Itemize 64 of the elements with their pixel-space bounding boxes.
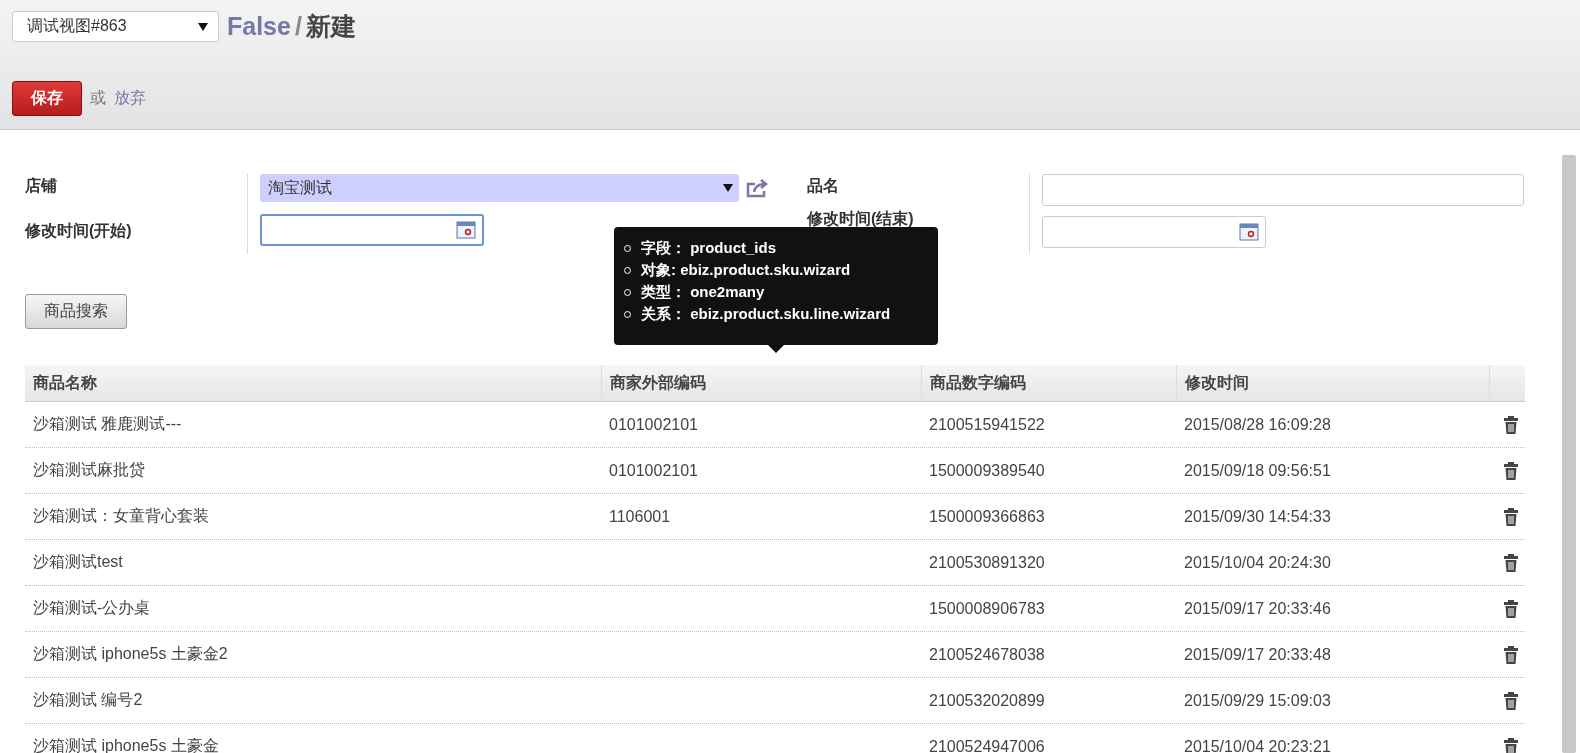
date-field[interactable] [260, 214, 484, 246]
table-cell-text: 沙箱测试-公办桌 [32, 598, 152, 618]
table-cell-text: 1500009389540 [928, 461, 1046, 480]
calendar-icon[interactable] [456, 221, 476, 239]
field-label: 店铺 [25, 176, 58, 196]
column-header[interactable]: 商品名称 [25, 372, 601, 394]
external-link-icon[interactable] [745, 178, 769, 198]
or-text: 或 [90, 88, 106, 108]
trash-icon[interactable] [1504, 599, 1518, 618]
table-cell-text: 2015/08/28 16:09:28 [1183, 415, 1332, 434]
table-cell-text: 2015/09/30 14:54:33 [1183, 507, 1332, 526]
view-select[interactable]: 调试视图#863 [12, 11, 219, 42]
column-header[interactable]: 修改时间 [1176, 365, 1489, 401]
date-field[interactable] [1042, 216, 1266, 248]
table-cell-text: 2015/09/29 15:09:03 [1183, 691, 1332, 710]
trash-icon[interactable] [1504, 645, 1518, 664]
table-cell-text: 1500008906783 [928, 599, 1046, 618]
trash-icon[interactable] [1504, 415, 1518, 434]
tooltip-line: 字段： product_ids [641, 239, 776, 258]
trash-icon[interactable] [1504, 461, 1518, 480]
trash-icon[interactable] [1504, 553, 1518, 572]
breadcrumb-separator: / [294, 12, 302, 41]
breadcrumb-current: 新建 [305, 11, 356, 42]
table-cell-text: 2100524678038 [928, 645, 1046, 664]
table-cell-text: 2015/09/17 20:33:46 [1183, 599, 1332, 618]
field-label: 修改时间(开始) [25, 221, 133, 241]
discard-link[interactable]: 放弃 [114, 88, 146, 109]
column-header[interactable]: 商品数字编码 [921, 365, 1176, 401]
table-cell-text: 2100515941522 [928, 415, 1046, 434]
table-cell-text: 2100532020899 [928, 691, 1046, 710]
table-cell-text: 1500009366863 [928, 507, 1046, 526]
table-cell-text: 沙箱测试麻批贷 [32, 460, 146, 480]
caret-icon [723, 184, 733, 192]
field-label: 修改时间(结束) [807, 209, 915, 229]
table-cell-text: 沙箱测试：女童背心套装 [32, 506, 210, 526]
table-cell: 0101002101 [609, 415, 698, 433]
tooltip-line: 对象: ebiz.product.sku.wizard [641, 261, 851, 280]
breadcrumb-link[interactable]: False [227, 12, 291, 41]
table-cell: 1106001 [609, 507, 671, 525]
name-input[interactable] [1042, 174, 1524, 206]
field-label: 品名 [807, 176, 840, 196]
tooltip-line: 关系： ebiz.product.sku.line.wizard [641, 305, 891, 324]
search-button[interactable]: 商品搜索 [25, 294, 127, 329]
table-cell-text: 2100530891320 [928, 553, 1046, 572]
scrollbar[interactable] [1562, 155, 1576, 753]
tooltip-line: 类型： one2many [641, 283, 765, 302]
table-cell-text: 2015/10/04 20:23:21 [1183, 737, 1332, 753]
trash-icon[interactable] [1504, 507, 1518, 526]
table-cell-text: 沙箱测试 雅鹿测试--- [32, 414, 183, 434]
calendar-icon[interactable] [1239, 223, 1259, 241]
table-cell: 0101002101 [609, 461, 698, 479]
table-cell-text: 2015/09/17 20:33:48 [1183, 645, 1332, 664]
table-cell-text: 2100524947006 [928, 737, 1046, 753]
table-cell-text: 2015/09/18 09:56:51 [1183, 461, 1332, 480]
caret-icon [198, 22, 208, 31]
table-cell-text: 2015/10/04 20:24:30 [1183, 553, 1332, 572]
table-cell-text: 沙箱测试 iphone5s 土豪金2 [32, 644, 229, 664]
trash-icon[interactable] [1504, 691, 1518, 710]
trash-icon[interactable] [1504, 737, 1518, 753]
store-select[interactable]: 淘宝测试 [260, 174, 739, 202]
table-cell-text: 沙箱测试 编号2 [32, 690, 144, 710]
column-header[interactable]: 商家外部编码 [601, 365, 921, 401]
save-button[interactable]: 保存 [12, 81, 82, 116]
table-cell-text: 沙箱测试test [32, 552, 124, 572]
